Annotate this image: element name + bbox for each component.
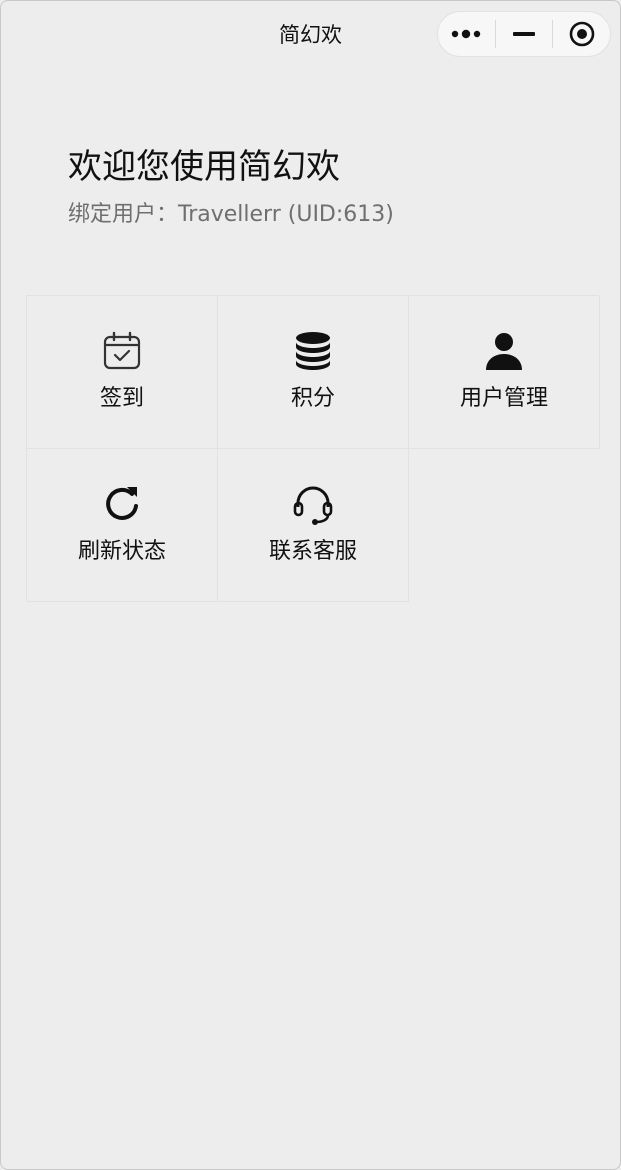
user-icon — [483, 330, 525, 372]
capsule-menu — [437, 11, 611, 57]
refresh-icon — [101, 483, 143, 525]
grid-item-contact-support[interactable]: 联系客服 — [218, 449, 409, 602]
more-button[interactable] — [438, 12, 495, 56]
close-circle-icon — [569, 21, 594, 47]
grid-empty-cell — [409, 449, 600, 602]
grid-item-label: 联系客服 — [268, 539, 357, 564]
bound-user-name: Travellerr (UID:613) — [178, 202, 394, 227]
calendar-check-icon — [101, 330, 143, 372]
grid-item-sign-in[interactable]: 签到 — [27, 296, 218, 449]
bound-user-line: 绑定用户：Travellerr (UID:613) — [68, 196, 394, 228]
grid-item-label: 刷新状态 — [77, 539, 166, 564]
function-grid: 签到 积分 用户管理 刷新状态 联系客服 — [26, 295, 600, 602]
grid-item-label: 用户管理 — [459, 386, 548, 411]
more-icon — [452, 29, 481, 39]
grid-item-user-management[interactable]: 用户管理 — [409, 296, 600, 449]
headset-icon — [292, 483, 334, 525]
title-bar: 简幻欢 — [1, 1, 620, 65]
welcome-heading: 欢迎您使用简幻欢 — [68, 147, 340, 187]
minimize-icon — [513, 32, 535, 36]
bound-user-prefix: 绑定用户： — [68, 202, 179, 227]
grid-item-label: 签到 — [99, 386, 144, 411]
grid-item-points[interactable]: 积分 — [218, 296, 409, 449]
minimize-button[interactable] — [496, 12, 553, 56]
database-icon — [292, 330, 334, 372]
grid-item-refresh-status[interactable]: 刷新状态 — [27, 449, 218, 602]
grid-item-label: 积分 — [290, 386, 335, 411]
mini-program-window: 简幻欢 欢迎您使用简幻欢 绑定用户：Travellerr (UID:613) 签… — [0, 0, 621, 1170]
close-button[interactable] — [553, 12, 610, 56]
